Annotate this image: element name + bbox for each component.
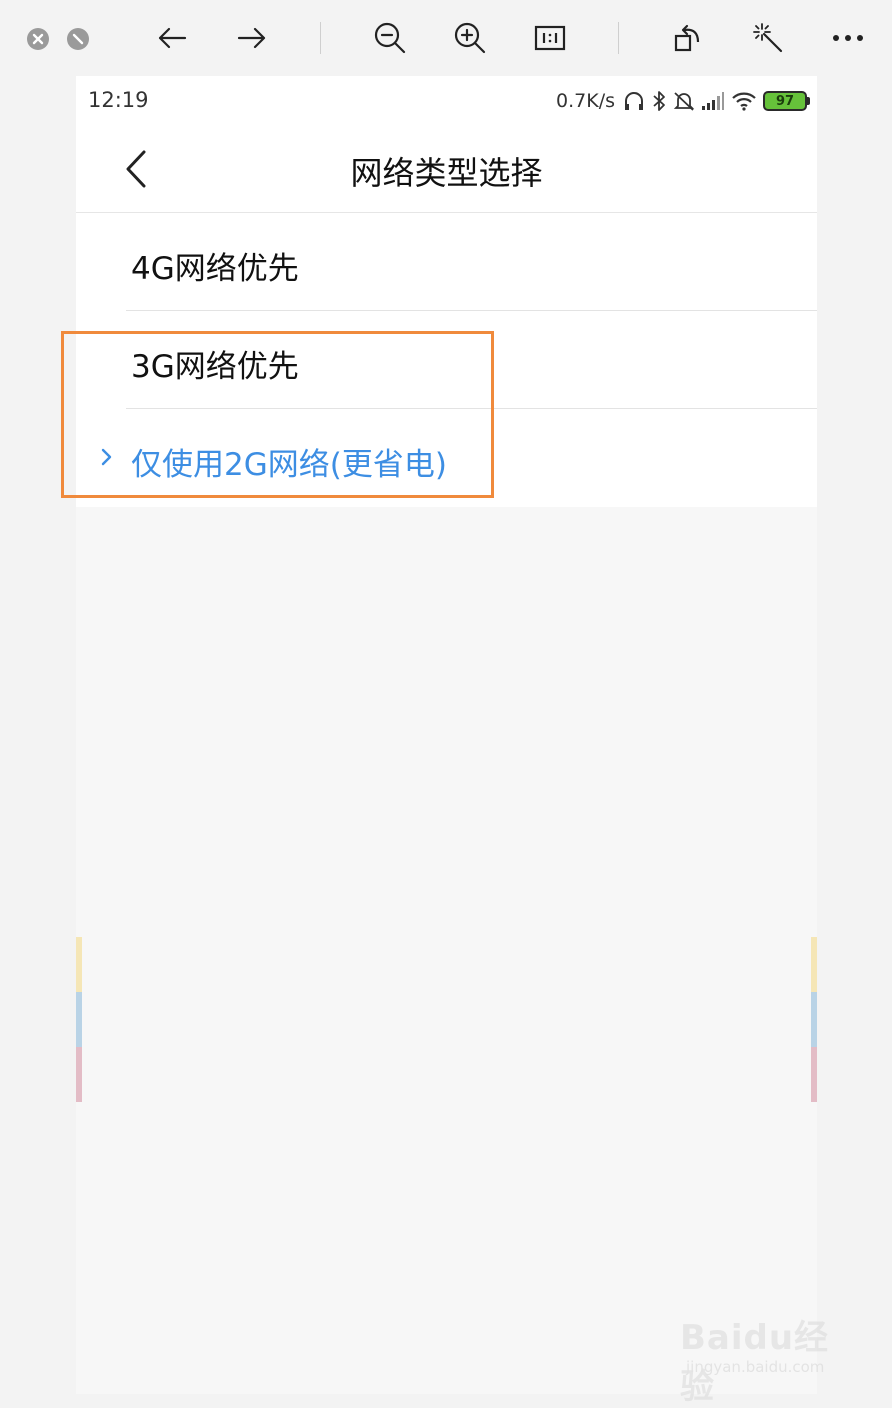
selected-chevron-icon	[101, 448, 112, 466]
status-time: 12:19	[88, 88, 149, 112]
zoom-out-icon[interactable]	[372, 20, 408, 56]
arrow-left-icon[interactable]	[154, 20, 190, 56]
more-icon[interactable]	[830, 20, 866, 56]
zoom-in-icon[interactable]	[452, 20, 488, 56]
option-2g-only[interactable]: 仅使用2G网络(更省电)	[76, 409, 817, 507]
network-type-list: 4G网络优先 3G网络优先 仅使用2G网络(更省电)	[76, 213, 817, 507]
watermark-url: jingyan.baidu.com	[686, 1358, 825, 1376]
battery-level: 97	[775, 93, 795, 109]
status-icons: 0.7K/s 97	[556, 87, 810, 115]
wifi-icon	[732, 92, 756, 111]
edge-strip-blue	[811, 992, 817, 1047]
close-icon[interactable]	[26, 27, 50, 51]
title-bar: 网络类型选择	[76, 126, 817, 213]
headphones-icon	[625, 92, 643, 110]
option-3g-preferred[interactable]: 3G网络优先	[76, 311, 817, 409]
status-bar: 12:19 0.7K/s 97	[76, 76, 817, 126]
magic-wand-icon[interactable]	[750, 20, 786, 56]
page-title: 网络类型选择	[350, 154, 543, 192]
option-label: 4G网络优先	[131, 251, 299, 287]
edge-strip-pink	[76, 1047, 82, 1102]
actual-size-icon[interactable]	[532, 20, 568, 56]
option-4g-preferred[interactable]: 4G网络优先	[76, 213, 817, 311]
battery-indicator: 97	[763, 91, 810, 111]
phone-screen: 12:19 0.7K/s 97 网络类型选择 4G网络优先 3G网络优先 仅使用…	[76, 76, 817, 1394]
bluetooth-icon	[653, 91, 665, 111]
minimize-icon[interactable]	[66, 27, 90, 51]
net-speed: 0.7K/s	[556, 90, 615, 112]
rotate-icon[interactable]	[670, 20, 706, 56]
edge-strip-blue	[76, 992, 82, 1047]
mute-bell-icon	[673, 92, 695, 111]
edge-strip-pink	[811, 1047, 817, 1102]
signal-icon	[702, 92, 724, 110]
arrow-right-icon[interactable]	[234, 20, 270, 56]
viewer-toolbar	[0, 0, 892, 76]
option-label: 仅使用2G网络(更省电)	[131, 447, 447, 483]
option-label: 3G网络优先	[131, 349, 299, 385]
baidu-watermark: Baidu经验 jingyan.baidu.com	[680, 1300, 850, 1407]
edge-strip-yellow	[76, 937, 82, 992]
edge-strip-yellow	[811, 937, 817, 992]
